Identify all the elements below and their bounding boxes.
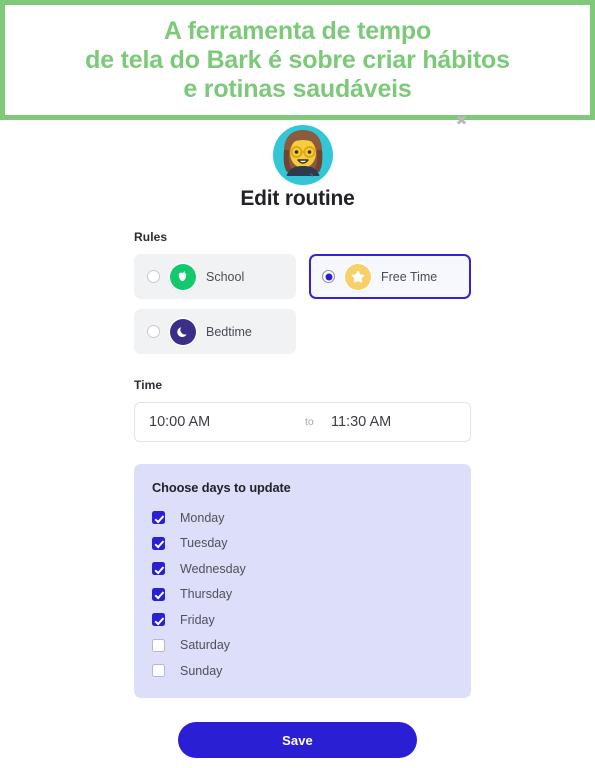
choose-days-title: Choose days to update xyxy=(152,480,291,495)
checkbox-thursday[interactable] xyxy=(152,587,165,601)
day-label-sunday: Sunday xyxy=(180,663,223,678)
day-label-monday: Monday xyxy=(180,510,225,525)
day-row-sunday[interactable]: Sunday xyxy=(134,658,471,684)
rules-radio-group: School Free Time Bedtime xyxy=(134,254,471,354)
radio-school[interactable] xyxy=(147,270,160,283)
edit-routine-form: Rules School Free Time Bedtime Time 10:0… xyxy=(134,230,471,698)
day-row-friday[interactable]: Friday xyxy=(134,607,471,633)
day-row-thursday[interactable]: Thursday xyxy=(134,582,471,608)
rule-option-school[interactable]: School xyxy=(134,254,296,299)
rule-option-free-time[interactable]: Free Time xyxy=(309,254,471,299)
checkbox-monday[interactable] xyxy=(152,511,165,525)
radio-free-time[interactable] xyxy=(322,270,335,283)
save-button-container: Save xyxy=(0,722,595,758)
checkbox-sunday[interactable] xyxy=(152,664,165,678)
day-label-friday: Friday xyxy=(180,612,215,627)
end-time-input[interactable]: 11:30 AM xyxy=(331,414,391,430)
time-section: Time 10:00 AM to 11:30 AM xyxy=(134,378,471,442)
save-button[interactable]: Save xyxy=(178,722,417,758)
day-row-monday[interactable]: Monday xyxy=(134,505,471,531)
rule-option-school-label: School xyxy=(206,269,245,284)
close-icon[interactable]: ✖ xyxy=(455,113,468,127)
checkbox-saturday[interactable] xyxy=(152,638,165,652)
annotation-banner: A ferramenta de tempo de tela do Bark é … xyxy=(0,0,595,120)
day-label-thursday: Thursday xyxy=(180,587,233,602)
apple-icon xyxy=(170,263,196,290)
time-range-field[interactable]: 10:00 AM to 11:30 AM xyxy=(134,402,471,442)
day-label-tuesday: Tuesday xyxy=(180,536,228,551)
day-row-tuesday[interactable]: Tuesday xyxy=(134,531,471,557)
rules-label: Rules xyxy=(134,230,168,244)
time-separator-label: to xyxy=(305,416,314,428)
annotation-banner-text: A ferramenta de tempo de tela do Bark é … xyxy=(85,16,510,103)
day-row-saturday[interactable]: Saturday xyxy=(134,633,471,659)
checkbox-wednesday[interactable] xyxy=(152,562,165,576)
rule-option-free-time-label: Free Time xyxy=(381,269,438,284)
checkbox-friday[interactable] xyxy=(152,613,165,627)
moon-icon xyxy=(170,318,196,345)
page-title: Edit routine xyxy=(240,187,355,210)
day-label-wednesday: Wednesday xyxy=(180,561,246,576)
rule-option-bedtime[interactable]: Bedtime xyxy=(134,309,296,354)
choose-days-panel: Choose days to update Monday Tuesday Wed… xyxy=(134,464,471,698)
star-icon xyxy=(345,263,371,290)
time-label: Time xyxy=(134,378,163,392)
day-row-wednesday[interactable]: Wednesday xyxy=(134,556,471,582)
day-label-saturday: Saturday xyxy=(180,638,231,653)
radio-bedtime[interactable] xyxy=(147,325,160,338)
checkbox-tuesday[interactable] xyxy=(152,536,165,550)
avatar xyxy=(272,124,334,186)
start-time-input[interactable]: 10:00 AM xyxy=(135,414,305,430)
rule-option-bedtime-label: Bedtime xyxy=(206,324,252,339)
